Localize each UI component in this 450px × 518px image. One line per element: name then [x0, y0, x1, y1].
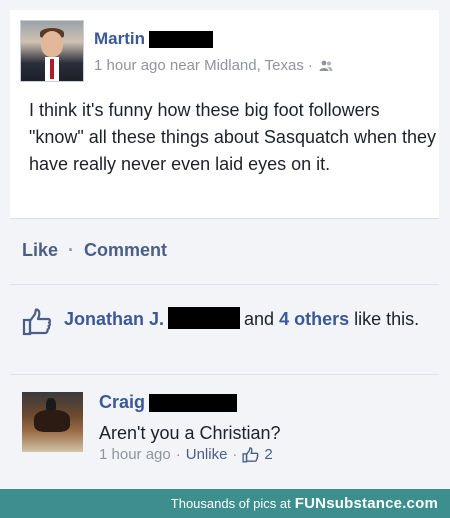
commenter-avatar[interactable]: [22, 392, 83, 452]
likes-others-link[interactable]: 4 others: [279, 309, 349, 329]
post-author: Martin: [94, 29, 213, 49]
divider: [10, 284, 439, 285]
likes-tail: like this.: [354, 309, 420, 329]
post-body: I think it's funny how these big foot fo…: [29, 100, 437, 174]
comment-author: Craig: [99, 392, 238, 413]
thumbs-up-icon[interactable]: [242, 446, 259, 463]
divider: [10, 374, 439, 375]
redaction-bar: [168, 307, 241, 329]
comment-meta-separator: ·: [232, 446, 238, 463]
redaction-bar: [149, 30, 213, 48]
avatar-horse: [34, 410, 70, 432]
post-timestamp[interactable]: 1 hour ago near Midland, Texas: [94, 57, 304, 74]
comment-meta-separator: ·: [175, 446, 181, 463]
comment-body: Aren't you a Christian?: [99, 423, 281, 443]
post-meta: 1 hour ago near Midland, Texas ·: [94, 57, 333, 74]
thumbs-up-icon: [22, 308, 51, 336]
author-avatar[interactable]: [20, 20, 84, 82]
likes-text: Jonathan J. and 4 others like this.: [64, 306, 434, 332]
redaction-bar: [149, 393, 238, 412]
brand-rest: substance: [326, 495, 403, 512]
post-author-name[interactable]: Martin: [94, 29, 145, 49]
unlike-link[interactable]: Unlike: [186, 446, 228, 463]
likes-and: and: [244, 309, 275, 329]
like-link[interactable]: Like: [22, 240, 58, 261]
watermark-brand: FUNsubstance.com: [295, 495, 438, 512]
comment-author-name[interactable]: Craig: [99, 392, 145, 413]
comment-timestamp[interactable]: 1 hour ago: [99, 446, 171, 463]
liker-name[interactable]: Jonathan J.: [64, 309, 164, 329]
actions-separator: ·: [68, 240, 75, 260]
meta-separator: ·: [307, 57, 313, 74]
avatar-face: [41, 31, 63, 57]
post-card: Martin 1 hour ago near Midland, Texas · …: [10, 10, 439, 219]
brand-tld: .com: [402, 495, 438, 512]
comment-link[interactable]: Comment: [84, 240, 167, 261]
brand-bold: FUN: [294, 495, 327, 512]
friends-icon[interactable]: [319, 60, 333, 72]
watermark-prefix: Thousands of pics at: [170, 496, 291, 511]
comment-meta: 1 hour ago · Unlike · 2: [99, 446, 273, 463]
watermark-banner: Thousands of pics at FUNsubstance.com: [0, 489, 450, 518]
avatar-tie: [50, 59, 54, 79]
post-actions: Like · Comment: [22, 240, 167, 261]
comment-like-count[interactable]: 2: [264, 446, 272, 463]
